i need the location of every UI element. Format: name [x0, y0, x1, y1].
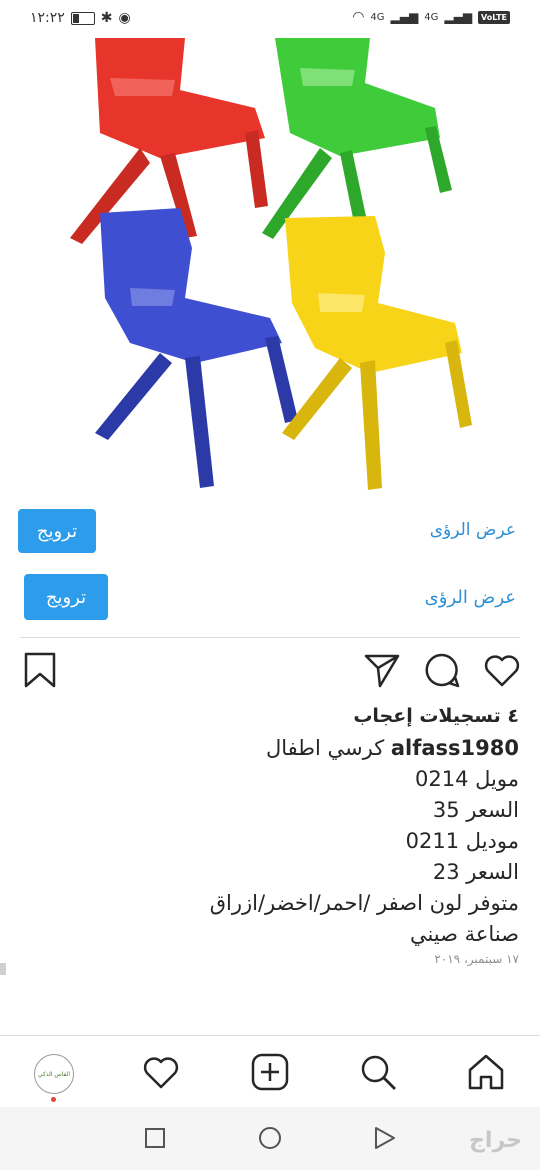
home-circle-icon[interactable]	[258, 1126, 282, 1150]
green-chair	[262, 38, 452, 239]
promote-row-2: ترويج عرض الرؤى	[0, 570, 540, 630]
status-right: ◠ 4G ▂▄▆ 4G ▂▄▆ VoLTE	[352, 9, 510, 25]
post-image[interactable]	[0, 38, 540, 500]
caption-line: مويل 0214	[415, 767, 519, 791]
comment-icon[interactable]	[422, 650, 462, 690]
bluetooth-icon: ✱	[100, 10, 113, 26]
notification-dot	[51, 1097, 56, 1102]
signal-icon: ▂▄▆	[390, 10, 419, 24]
view-insights-link[interactable]: عرض الرؤى	[430, 520, 516, 540]
back-triangle-icon[interactable]	[372, 1126, 396, 1150]
status-bar: ١٢:٢٢ ✱ ◉ ◠ 4G ▂▄▆ 4G ▂▄▆ VoLTE	[0, 0, 540, 38]
profile-avatar[interactable]: الفاس الذكي	[34, 1054, 74, 1094]
blue-chair	[95, 208, 298, 488]
post-actions	[0, 650, 540, 694]
battery-icon	[70, 11, 95, 25]
chairs-illustration	[70, 38, 472, 490]
caption-line: موديل 0211	[405, 829, 519, 853]
like-heart-icon[interactable]	[482, 650, 522, 690]
network-label-1: 4G	[370, 11, 385, 23]
search-icon[interactable]	[358, 1052, 398, 1092]
caption-first-line: alfass1980 كرسي اطفال	[19, 733, 519, 764]
volte-badge: VoLTE	[478, 10, 510, 24]
yellow-chair	[282, 216, 472, 490]
caption-line: متوفر لون اصفر /احمر/اخضر/ازراق	[209, 891, 519, 915]
bottom-nav: الفاس الذكي	[0, 1035, 540, 1108]
eye-icon: ◉	[118, 10, 131, 26]
caption-line: السعر 35	[432, 798, 519, 822]
bookmark-icon[interactable]	[22, 650, 62, 690]
username[interactable]: alfass1980	[391, 736, 519, 760]
promote-button[interactable]: ترويج	[18, 509, 96, 553]
new-post-plus-icon[interactable]	[250, 1052, 290, 1092]
network-label-2: 4G	[424, 11, 439, 23]
likes-count[interactable]: ٤ تسجيلات إعجاب	[19, 705, 519, 727]
promote-button-2[interactable]: ترويج	[24, 574, 108, 620]
view-insights-link-2[interactable]: عرض الرؤى	[425, 587, 516, 608]
send-icon[interactable]	[362, 650, 402, 690]
divider	[20, 637, 520, 638]
avatar-text: الفاس الذكي	[37, 1070, 71, 1078]
recents-square-icon[interactable]	[144, 1127, 166, 1149]
caption-title: كرسي اطفال	[266, 736, 385, 760]
clock: ١٢:٢٢	[30, 10, 65, 26]
promote-row-1: ترويج عرض الرؤى	[0, 505, 540, 565]
home-icon[interactable]	[466, 1052, 506, 1092]
haraj-watermark: حراج	[469, 1128, 522, 1153]
caption-line: السعر 23	[432, 860, 519, 884]
caption-line: صناعة صيني	[409, 922, 519, 946]
post-caption: ٤ تسجيلات إعجاب alfass1980 كرسي اطفال مو…	[19, 705, 519, 966]
system-nav-bar	[0, 1107, 540, 1170]
scroll-indicator	[0, 963, 6, 975]
post-date: ١٧ سبتمبر، ٢٠١٩	[434, 952, 519, 966]
signal-icon-2: ▂▄▆	[444, 10, 473, 24]
activity-heart-icon[interactable]	[141, 1052, 181, 1092]
status-left: ١٢:٢٢ ✱ ◉	[30, 10, 131, 26]
wifi-icon: ◠	[352, 9, 365, 25]
